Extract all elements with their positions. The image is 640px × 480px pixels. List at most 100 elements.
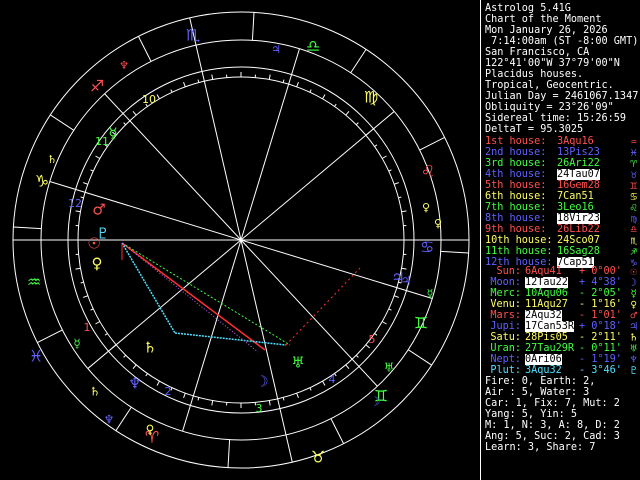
sign-boundary: [440, 250, 469, 254]
house-cusp-value: 13Pis23: [557, 147, 600, 158]
house-cusp-value: 3Aqu16: [557, 136, 594, 147]
house-row: 2nd house: 13Pis23 ♓: [485, 147, 637, 158]
chart-info-line: 122°41'00"W 37°79'00"N: [485, 58, 620, 69]
sign-boundary: [50, 114, 75, 131]
zodiac-sign-icon: ♎: [306, 37, 320, 56]
house-cusp-value: 16Sag28: [557, 246, 600, 257]
house-number: 1: [84, 321, 91, 334]
planet-position: 10Aqu06: [525, 288, 568, 299]
house-label: 10th house:: [485, 235, 553, 246]
ring-marker-icon: ☿: [427, 287, 434, 300]
planet-position: 27Tau29R: [525, 343, 575, 354]
planet-speed: - 2°05': [579, 288, 622, 299]
degree-tick: [393, 182, 400, 185]
zodiac-sign-icon: ♍: [364, 88, 378, 107]
sign-boundary: [330, 418, 344, 444]
house-row: 9th house: 26Lib22 ♎: [485, 224, 637, 235]
sign-boundary: [251, 12, 255, 41]
sign-boundary: [407, 349, 432, 366]
degree-tick: [393, 295, 400, 298]
planet-icon: ♆: [128, 375, 141, 393]
house-row: 8th house: 18Vir23 ♍: [485, 213, 637, 224]
planet-position: 12Tau22: [525, 277, 568, 288]
house-row: 6th house: 7Can51 ♋: [485, 191, 637, 202]
planet-ring-icon: ♀: [146, 423, 155, 437]
planet-icon: ♇: [630, 364, 637, 377]
sign-boundary: [115, 406, 132, 431]
zodiac-sign-icon: ♐: [90, 77, 104, 96]
planet-row: Uran: 27Tau29R - 0°11' ♅: [485, 343, 637, 354]
aspect-line: [285, 267, 361, 346]
chart-wheel[interactable]: ♎♍♌♋♊♊♉♈♓♒♑♐♏♃♆♄♀☿♀ ♃♅☽♆♄☿♀ 12345101112 …: [0, 0, 480, 480]
house-row: 7th house: 3Leo16 ♌: [485, 202, 637, 213]
zodiac-sign-icon: ♋: [420, 238, 434, 257]
house-label: 4th house:: [485, 169, 547, 180]
chart-info-line: Sidereal time: 15:26:59: [485, 113, 627, 124]
degree-tick: [75, 267, 81, 270]
degree-tick: [268, 400, 271, 406]
zodiac-sign-icon: ♏: [186, 26, 200, 45]
house-number: 12: [68, 197, 82, 210]
degree-tick: [211, 74, 214, 80]
planet-ring-icon: ☿: [73, 337, 80, 351]
summary-line: Fire: 0, Earth: 2,: [485, 376, 596, 387]
ring-marker-icon: ♃: [271, 43, 281, 56]
planet-label: Satu:: [490, 332, 521, 343]
planet-label: Jupi:: [490, 321, 521, 332]
summary-line: Yang: 5, Yin: 5: [485, 409, 578, 420]
degree-tick: [90, 169, 94, 172]
degree-tick: [156, 94, 160, 100]
house-cusp-value: 7Can51: [557, 191, 594, 202]
planet-speed: - 0°11': [579, 343, 622, 354]
house-label: 6th house:: [485, 191, 547, 202]
degree-tick: [75, 210, 81, 213]
planet-label: Moon:: [490, 277, 521, 288]
planet-position: 3Aqu32: [525, 365, 562, 376]
degree-tick: [355, 354, 359, 358]
aspect-line: [121, 242, 176, 334]
planet-icon: ♃: [391, 269, 404, 287]
degree-tick: [211, 400, 214, 406]
degree-tick: [309, 89, 312, 93]
planet-position: 2Aqu32: [525, 310, 562, 321]
house-cusp-value: 24Tau07: [557, 169, 600, 180]
planet-row: Nept: 0Ari06- 1°19' ♆: [485, 354, 637, 365]
chart-info-line: Placidus houses.: [485, 69, 584, 80]
house-row: 3rd house: 26Ari22 ♈: [485, 158, 637, 169]
planet-position: 28Pis05: [525, 332, 568, 343]
degree-tick: [170, 89, 173, 93]
zodiac-sign-icon: ♌: [421, 162, 435, 181]
degree-tick: [296, 81, 299, 88]
chart-info-line: San Francisco, CA: [485, 47, 590, 58]
planet-ring-icon: ♄: [90, 385, 101, 399]
degree-tick: [90, 308, 94, 311]
house-label: 5th house:: [485, 180, 547, 191]
degree-tick: [345, 110, 350, 116]
house-row: 4th house: 24Tau07 ♉: [485, 169, 637, 180]
summary-line: Air : 5, Water: 3: [485, 387, 590, 398]
house-row: 1st house: 3Aqu16 ♒: [485, 136, 637, 147]
house-cusps: [13, 17, 469, 463]
house-cusp-value: 24Sco07: [557, 235, 600, 246]
summary-line: M: 1, N: 3, A: 8, D: 2: [485, 420, 620, 431]
sign-boundary: [37, 329, 63, 343]
sign-boundary: [419, 137, 445, 151]
planet-position: 6Aqu41: [525, 266, 562, 277]
planet-row: Jupi: 17Can53R + 0°18' ♃: [485, 321, 637, 332]
house-number: 11: [95, 135, 109, 148]
sign-boundary: [227, 439, 231, 468]
degree-tick: [381, 155, 387, 159]
house-cusp-value: 3Leo16: [557, 202, 594, 213]
planet-icon: ♄: [143, 339, 156, 357]
planet-label: Merc:: [490, 288, 521, 299]
chart-subtitle: Chart of the Moment: [485, 14, 602, 25]
degree-tick: [309, 387, 312, 391]
chart-info-line: 7:14:00am (ST -8:00 GMT): [485, 36, 639, 47]
info-sidebar: Astrolog 5.41G Chart of the Moment Mon J…: [481, 0, 640, 480]
degree-tick: [132, 364, 137, 370]
degree-tick: [197, 79, 200, 83]
degree-tick: [345, 364, 350, 370]
degree-tick: [322, 94, 326, 100]
planet-row: Plut: 3Aqu32 - 3°46' ♇: [485, 365, 637, 376]
degree-tick: [123, 354, 127, 358]
